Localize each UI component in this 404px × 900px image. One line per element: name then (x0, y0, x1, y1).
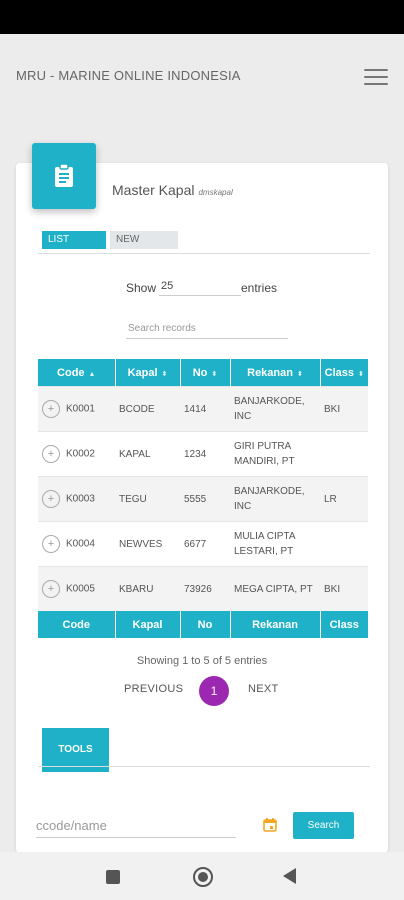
expand-row-icon[interactable]: + (42, 490, 60, 508)
cell-code: K0003 (66, 493, 95, 505)
col-header-kapal-label: Kapal (127, 366, 158, 379)
hamburger-menu-icon[interactable] (364, 69, 388, 85)
home-icon[interactable] (193, 867, 213, 887)
cell-no: 6677 (184, 538, 207, 550)
cell-class: BKI (320, 566, 368, 611)
sort-icon: ⬍ (296, 370, 303, 378)
col-footer-kapal: Kapal (115, 611, 181, 638)
sort-icon: ⬍ (211, 370, 218, 378)
cell-rekanan: BANJARKODE, INC (230, 476, 320, 522)
cell-no: 5555 (180, 476, 230, 522)
cell-class (320, 432, 368, 477)
col-header-no[interactable]: No ⬍ (180, 359, 231, 387)
app-title: MRU - MARINE ONLINE INDONESIA (16, 68, 241, 83)
col-footer-class: Class (320, 611, 368, 638)
expand-row-icon[interactable]: + (42, 580, 60, 598)
kapal-table: Code ▲ Kapal ⬍ No ⬍ Rekanan ⬍ Class ⬍ + K0001 … (38, 359, 368, 638)
status-bar (0, 0, 404, 34)
recent-apps-icon[interactable] (106, 870, 120, 884)
show-label: Show (126, 281, 157, 295)
table-row[interactable]: + K0002 KAPAL 1234 GIRI PUTRA MANDIRI, PT (38, 431, 368, 477)
card-title-text: Master Kapal (112, 182, 195, 198)
cell-class: BKI (320, 386, 368, 432)
table-row[interactable]: + K0005 KBARU 73926 MEGA CIPTA, PT BKI (38, 566, 368, 611)
cell-class (320, 522, 368, 567)
expand-row-icon[interactable]: + (42, 445, 60, 463)
sort-icon: ⬍ (357, 370, 364, 378)
tab-new[interactable]: NEW (110, 231, 178, 249)
entries-count-input[interactable] (159, 277, 241, 296)
cell-rekanan: GIRI PUTRA MANDIRI, PT (234, 441, 295, 467)
tab-list[interactable]: LIST (42, 231, 106, 249)
page-1-button[interactable]: 1 (199, 676, 229, 706)
col-footer-rekanan: Rekanan (230, 611, 321, 638)
cell-code: K0005 (66, 583, 95, 595)
tools-divider (38, 766, 370, 767)
previous-page-button[interactable]: PREVIOUS (124, 683, 183, 695)
cell-no: 1414 (180, 386, 230, 432)
col-header-code-label: Code (57, 366, 85, 379)
col-header-rekanan[interactable]: Rekanan ⬍ (230, 359, 321, 387)
search-button[interactable]: Search (293, 812, 354, 839)
master-kapal-card: Master Kapaldmskapal LIST NEW Show entri… (16, 143, 388, 853)
cell-kapal: TEGU (115, 476, 180, 522)
cell-code: K0002 (66, 448, 95, 460)
sort-icon: ⬍ (161, 370, 168, 378)
cell-rekanan: MULIA CIPTA LESTARI, PT (234, 531, 295, 557)
table-header-row: Code ▲ Kapal ⬍ No ⬍ Rekanan ⬍ Class ⬍ (38, 359, 368, 387)
table-row[interactable]: + K0001 BCODE 1414 BANJARKODE, INC BKI (38, 386, 368, 432)
cell-kapal: KBARU (115, 566, 180, 611)
code-name-input[interactable] (36, 813, 236, 838)
cell-code: K0001 (66, 403, 95, 415)
cell-rekanan: MEGA CIPTA, PT (230, 566, 320, 611)
cell-kapal: NEWVES (119, 538, 163, 550)
expand-row-icon[interactable]: + (42, 400, 60, 418)
next-page-button[interactable]: NEXT (248, 683, 279, 695)
table-footer-row: Code Kapal No Rekanan Class (38, 611, 368, 638)
col-header-rekanan-label: Rekanan (247, 366, 293, 379)
cell-class: LR (320, 476, 368, 522)
col-footer-no: No (180, 611, 231, 638)
card-subtitle: dmskapal (198, 188, 233, 197)
cell-kapal: KAPAL (119, 448, 151, 460)
cell-code: K0004 (66, 538, 95, 550)
col-header-class-label: Class (324, 366, 354, 379)
expand-row-icon[interactable]: + (42, 535, 60, 553)
cell-no: 73926 (180, 566, 230, 611)
search-records-input[interactable] (126, 318, 288, 339)
col-header-code[interactable]: Code ▲ (38, 359, 116, 387)
clipboard-icon (32, 143, 96, 209)
table-info: Showing 1 to 5 of 5 entries (136, 655, 268, 667)
table-row[interactable]: + K0003 TEGU 5555 BANJARKODE, INC LR (38, 476, 368, 522)
col-header-kapal[interactable]: Kapal ⬍ (115, 359, 181, 387)
col-footer-code: Code (38, 611, 116, 638)
back-icon[interactable] (283, 868, 296, 884)
col-header-no-label: No (192, 366, 208, 379)
app-header: MRU - MARINE ONLINE INDONESIA (0, 34, 404, 130)
sort-asc-icon: ▲ (88, 370, 96, 378)
cell-kapal: BCODE (115, 386, 180, 432)
entries-label: entries (241, 281, 278, 295)
cell-rekanan: BANJARKODE, INC (230, 386, 320, 432)
cell-no: 1234 (184, 448, 207, 460)
android-nav-bar (0, 852, 404, 900)
calendar-icon[interactable] (263, 818, 277, 832)
table-row[interactable]: + K0004 NEWVES 6677 MULIA CIPTA LESTARI, … (38, 521, 368, 567)
col-header-class[interactable]: Class ⬍ (320, 359, 368, 387)
tab-divider (38, 253, 370, 254)
card-title: Master Kapal dmskapal (112, 182, 233, 198)
